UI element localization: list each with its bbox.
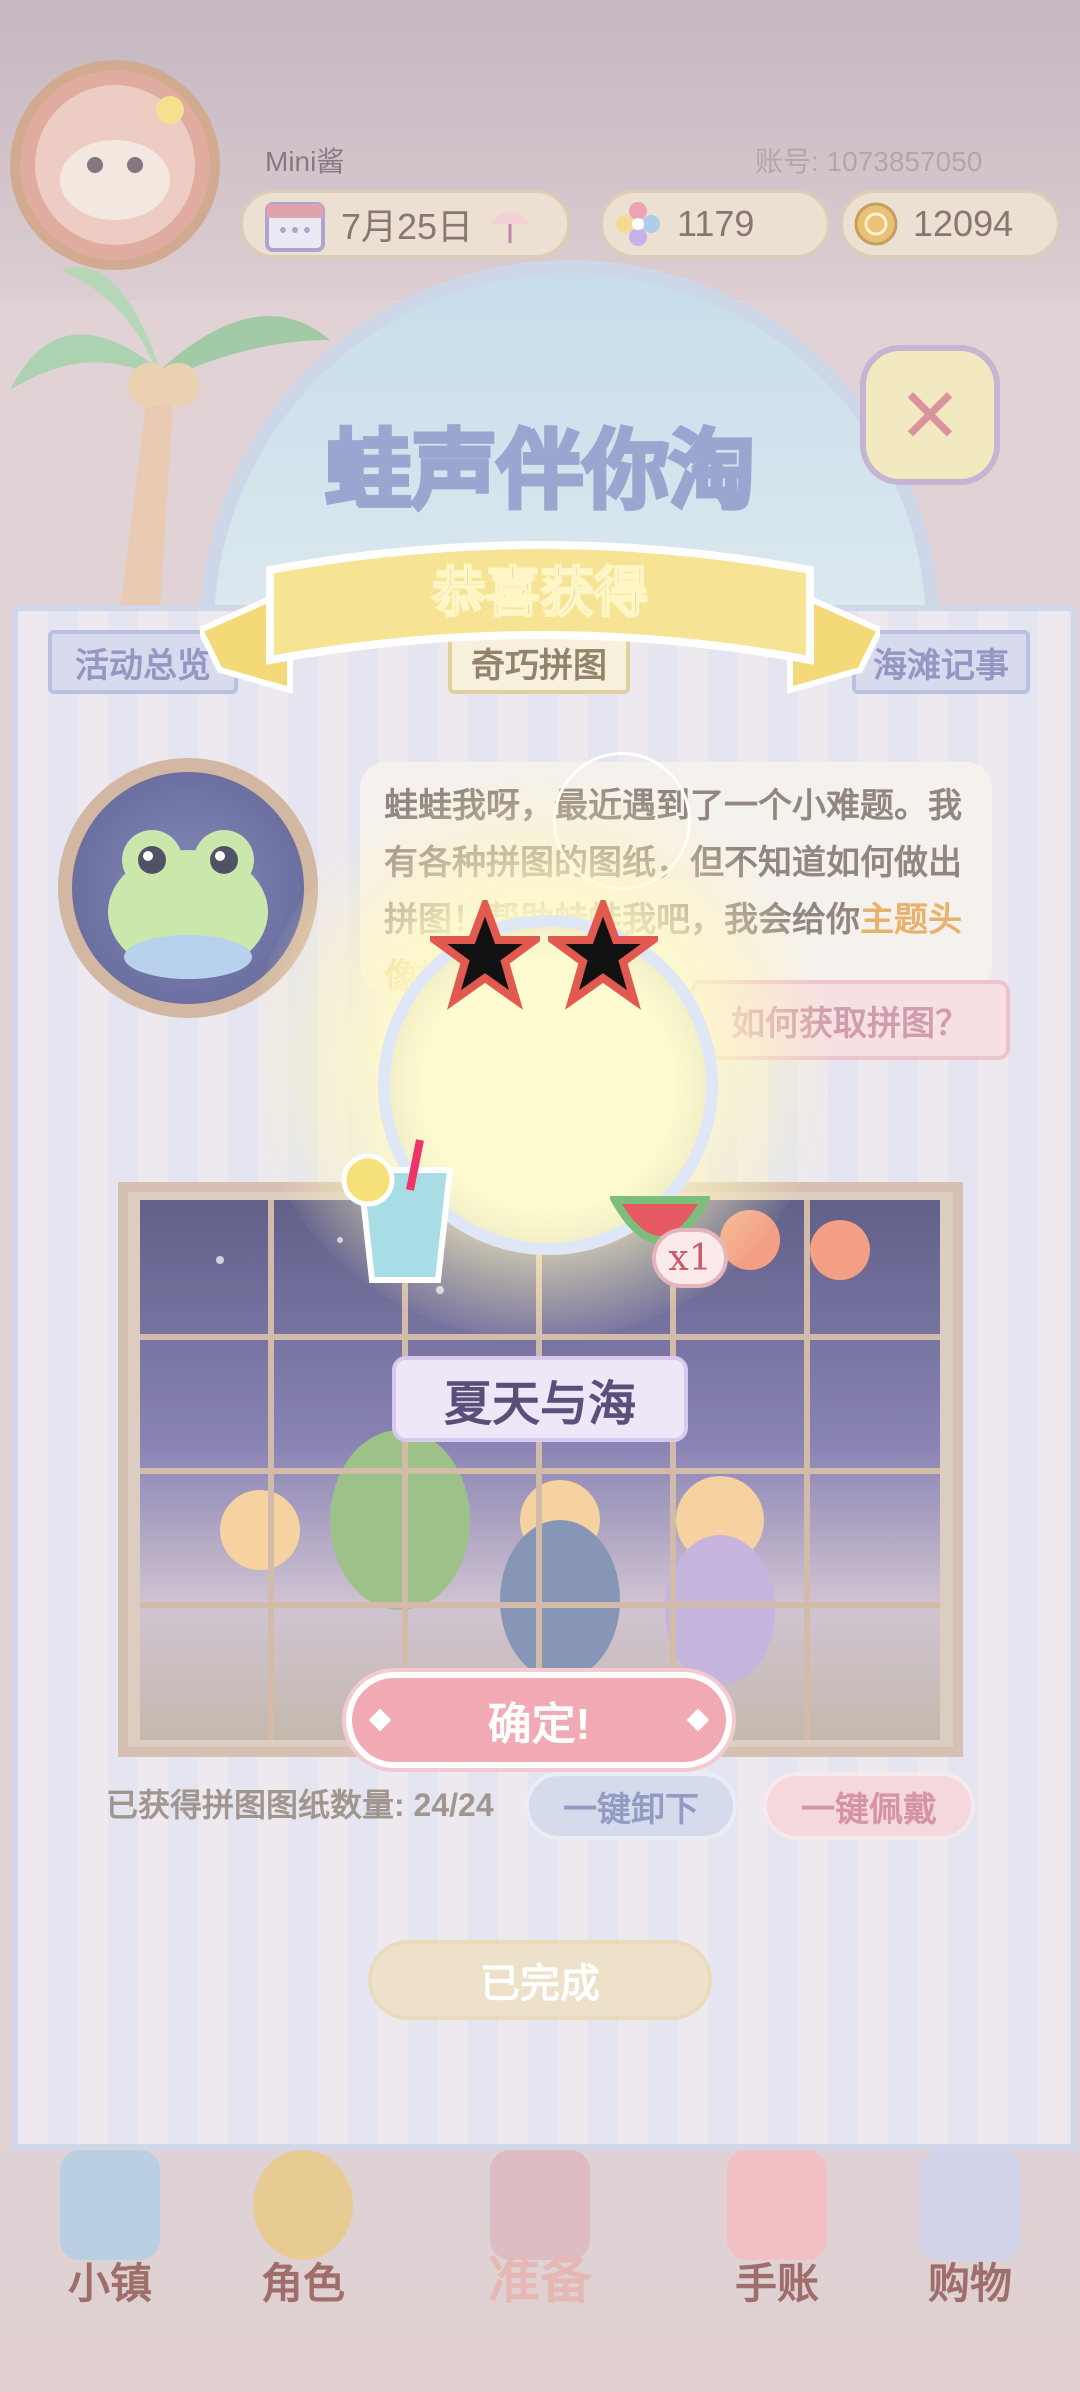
diamond-icon xyxy=(368,1708,392,1732)
confirm-button[interactable]: 确定! xyxy=(346,1672,732,1768)
confirm-label: 确定! xyxy=(487,1700,591,1749)
reward-item-name: 夏天与海 xyxy=(443,1376,636,1432)
reward-quantity: x1 xyxy=(652,1228,728,1288)
drink-glass-icon xyxy=(341,1139,454,1283)
diamond-icon xyxy=(686,1708,710,1732)
star-sunglasses-icon xyxy=(430,900,540,1010)
star-sunglasses-icon xyxy=(548,900,658,1010)
congrats-title: 恭喜获得 xyxy=(431,562,649,624)
